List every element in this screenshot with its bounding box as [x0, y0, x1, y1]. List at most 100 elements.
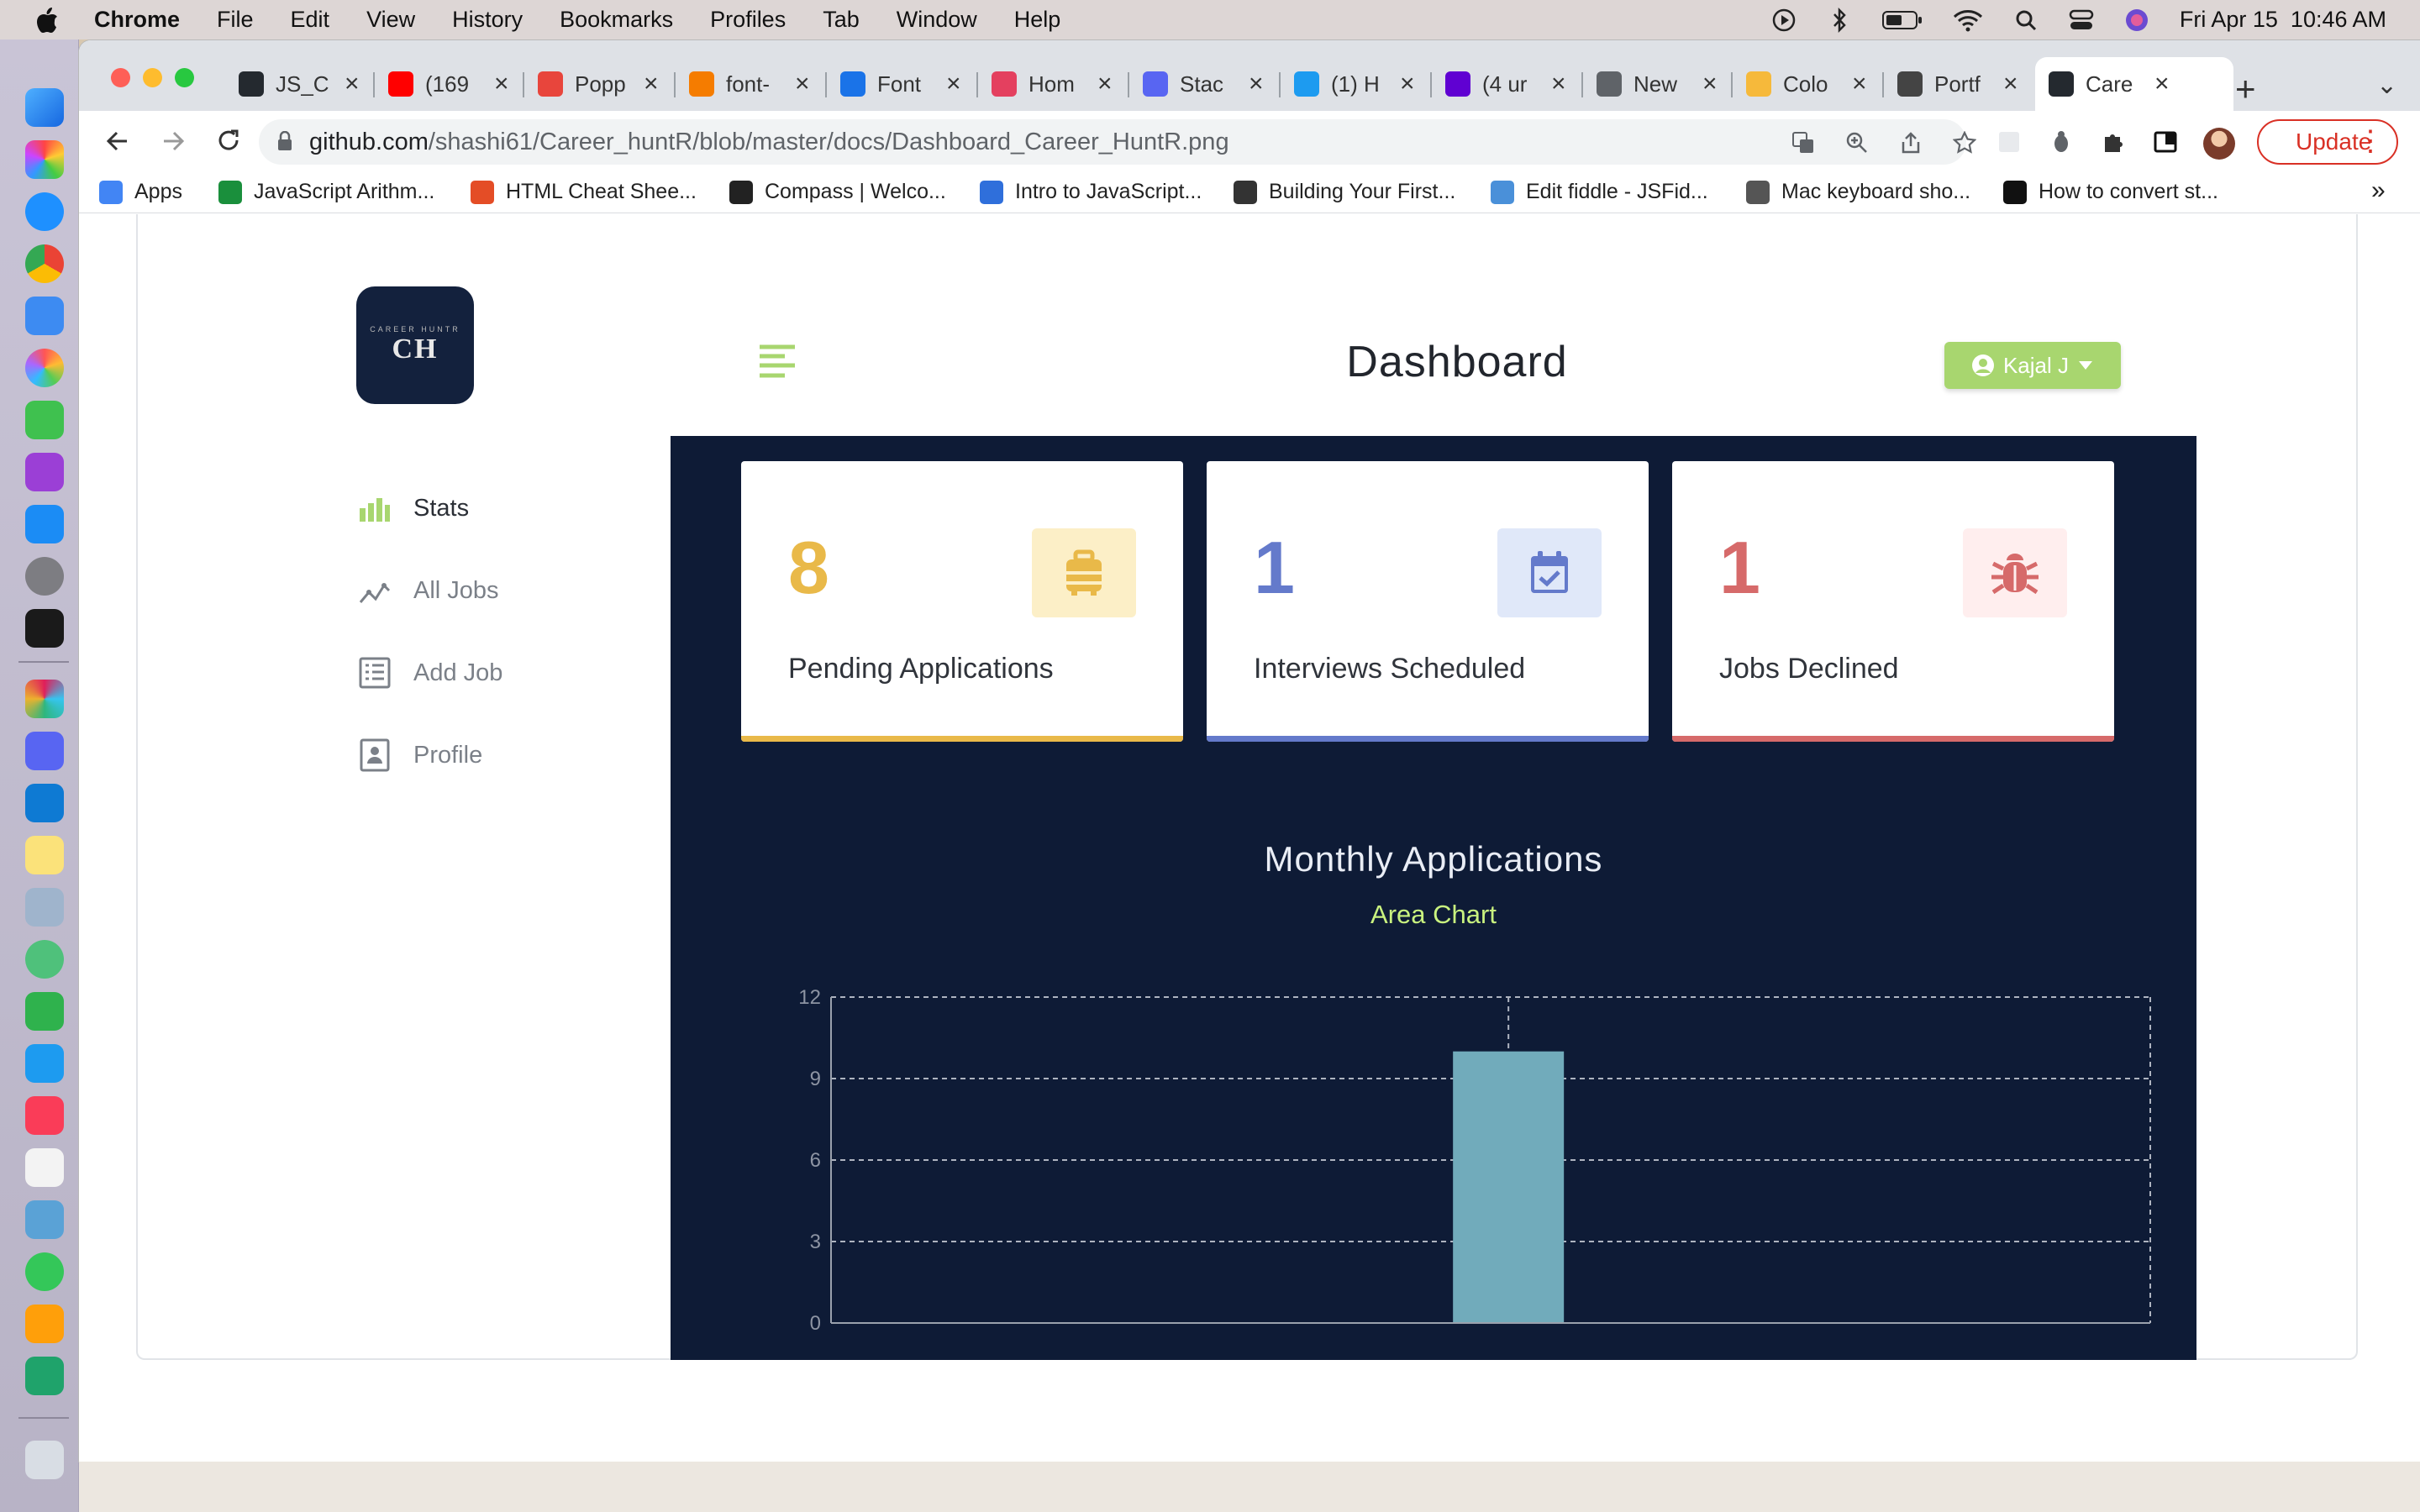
tab-close-icon[interactable]: ×	[644, 70, 659, 98]
bookmark-item[interactable]: Compass | Welco...	[729, 180, 946, 204]
photos-icon[interactable]	[25, 349, 64, 387]
wifi-icon[interactable]	[1953, 8, 1983, 33]
bookmark-item[interactable]: Apps	[99, 180, 182, 204]
bug-extension-icon[interactable]	[2049, 129, 2074, 155]
bookmark-item[interactable]: Mac keyboard sho...	[1746, 180, 1970, 204]
battery-icon[interactable]	[1881, 8, 1923, 33]
bookmark-item[interactable]: Building Your First...	[1234, 180, 1455, 204]
profile-avatar[interactable]	[2203, 128, 2235, 160]
menu-window[interactable]: Window	[897, 7, 977, 33]
close-window-button[interactable]	[111, 68, 130, 87]
menu-help[interactable]: Help	[1014, 7, 1061, 33]
sidebar-item-stats[interactable]: Stats	[358, 491, 469, 525]
zoom-icon[interactable]	[1845, 131, 1869, 155]
reading-mode-icon[interactable]	[2153, 129, 2178, 155]
textedit-icon[interactable]	[25, 1148, 64, 1187]
trash-icon[interactable]	[25, 1441, 64, 1479]
chrome-dock-icon[interactable]	[25, 244, 64, 283]
browser-tab[interactable]: Stac ×	[1129, 57, 1277, 111]
bluetooth-icon[interactable]	[1827, 7, 1852, 33]
vscode-icon[interactable]	[25, 784, 64, 822]
terminal-icon[interactable]	[25, 609, 64, 648]
new-tab-button[interactable]: +	[2235, 69, 2256, 109]
control-center-icon[interactable]	[2069, 8, 2094, 33]
browser-tab[interactable]: (1) H ×	[1281, 57, 1428, 111]
slack-icon[interactable]	[25, 680, 64, 718]
menu-tab[interactable]: Tab	[823, 7, 860, 33]
zoom-window-button[interactable]	[175, 68, 194, 87]
browser-tab[interactable]: font- ×	[676, 57, 823, 111]
translate-icon[interactable]	[1791, 131, 1815, 155]
menu-edit[interactable]: Edit	[291, 7, 330, 33]
launchpad-icon[interactable]	[25, 140, 64, 179]
preview-icon[interactable]	[25, 888, 64, 927]
tab-close-icon[interactable]: ×	[946, 70, 961, 98]
user-menu-button[interactable]: Kajal J	[1944, 342, 2121, 389]
facetime-icon[interactable]	[25, 401, 64, 439]
menu-file[interactable]: File	[217, 7, 254, 33]
bookmark-item[interactable]: Edit fiddle - JSFid...	[1491, 180, 1708, 204]
apple-icon[interactable]	[34, 7, 60, 34]
safari-icon[interactable]	[25, 192, 64, 231]
app-store-icon[interactable]	[25, 505, 64, 543]
tab-close-icon[interactable]: ×	[1400, 70, 1415, 98]
tab-close-icon[interactable]: ×	[1551, 70, 1566, 98]
browser-tab[interactable]: Font ×	[827, 57, 975, 111]
tab-close-icon[interactable]: ×	[1097, 70, 1113, 98]
sidebar-item-profile[interactable]: Profile	[358, 738, 482, 772]
browser-tab[interactable]: (169 ×	[375, 57, 523, 111]
menu-bookmarks[interactable]: Bookmarks	[560, 7, 673, 33]
system-preferences-icon[interactable]	[25, 557, 64, 596]
browser-tab[interactable]: Hom ×	[978, 57, 1126, 111]
career-huntr-logo[interactable]: CAREER HUNTR CH	[356, 286, 474, 404]
sidebar-item-add-job[interactable]: Add Job	[358, 656, 502, 690]
numbers-icon[interactable]	[25, 992, 64, 1031]
bookmark-item[interactable]: HTML Cheat Shee...	[471, 180, 697, 204]
hamburger-menu-icon[interactable]	[758, 344, 797, 381]
bookmark-item[interactable]: How to convert st...	[2003, 180, 2218, 204]
reload-button[interactable]	[212, 124, 245, 158]
browser-tab[interactable]: Colo ×	[1733, 57, 1881, 111]
address-bar[interactable]: github.com/shashi61/Career_huntR/blob/ma…	[259, 119, 1976, 165]
minimize-window-button[interactable]	[143, 68, 162, 87]
menu-view[interactable]: View	[366, 7, 415, 33]
browser-tab[interactable]: (4 ur ×	[1432, 57, 1580, 111]
sourcetree-icon[interactable]	[25, 1357, 64, 1395]
music-icon[interactable]	[25, 1096, 64, 1135]
bookmark-star-icon[interactable]	[1953, 131, 1976, 155]
xcode-icon[interactable]	[25, 1200, 64, 1239]
browser-tab[interactable]: Portf ×	[1884, 57, 2032, 111]
tab-search-chevron-icon[interactable]: ⌄	[2376, 71, 2397, 100]
play-status-icon[interactable]	[1771, 8, 1797, 33]
back-button[interactable]	[101, 124, 134, 158]
tab-close-icon[interactable]: ×	[1702, 70, 1718, 98]
menu-chrome[interactable]: Chrome	[94, 7, 180, 33]
tab-close-icon[interactable]: ×	[345, 70, 360, 98]
tab-close-icon[interactable]: ×	[1249, 70, 1264, 98]
spotlight-search-icon[interactable]	[2013, 8, 2039, 33]
bookmarks-overflow-icon[interactable]: »	[2371, 176, 2386, 205]
bookmark-item[interactable]: JavaScript Arithm...	[218, 180, 434, 204]
finder-icon[interactable]	[25, 88, 64, 127]
tab-close-icon[interactable]: ×	[1852, 70, 1867, 98]
tab-close-icon[interactable]: ×	[2154, 70, 2170, 98]
sidebar-item-all-jobs[interactable]: All Jobs	[358, 574, 499, 607]
update-button[interactable]: Update ⋮	[2257, 119, 2398, 165]
share-icon[interactable]	[1899, 131, 1923, 155]
discord-icon[interactable]	[25, 732, 64, 770]
tab-close-icon[interactable]: ×	[795, 70, 810, 98]
browser-tab[interactable]: New ×	[1583, 57, 1731, 111]
extension-grid-icon[interactable]	[1996, 129, 2022, 155]
tab-close-icon[interactable]: ×	[494, 70, 509, 98]
podcasts-icon[interactable]	[25, 453, 64, 491]
menu-profiles[interactable]: Profiles	[710, 7, 786, 33]
tab-active[interactable]: Care ×	[2035, 57, 2233, 111]
pages-icon[interactable]	[25, 1305, 64, 1343]
puzzle-extensions-icon[interactable]	[2101, 129, 2126, 155]
mail-icon[interactable]	[25, 297, 64, 335]
browser-tab[interactable]: JS_C ×	[225, 57, 373, 111]
tab-close-icon[interactable]: ×	[2003, 70, 2018, 98]
menu-history[interactable]: History	[452, 7, 523, 33]
browser-tab[interactable]: Popp ×	[524, 57, 672, 111]
siri-icon[interactable]	[2124, 8, 2149, 33]
